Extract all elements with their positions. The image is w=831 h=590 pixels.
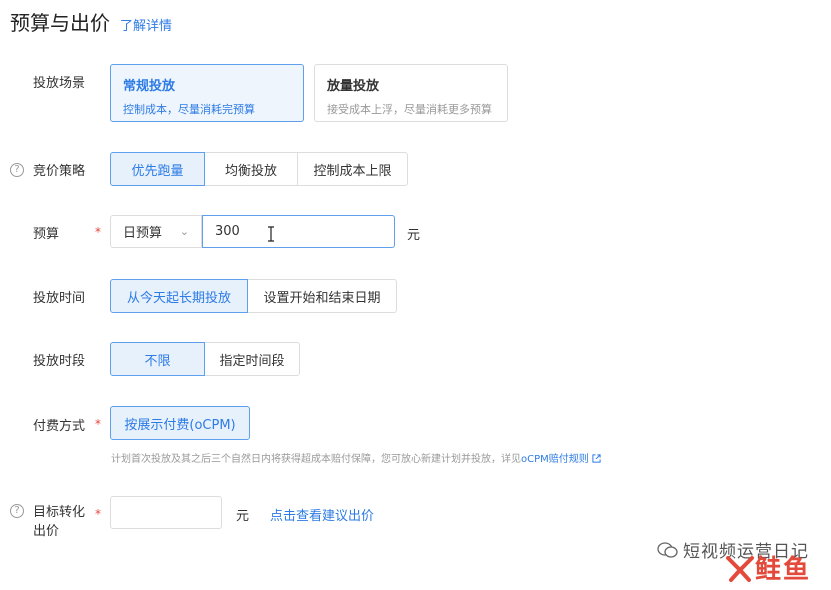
budget-type-select[interactable]: 日预算 ⌄ xyxy=(110,215,202,248)
bid-strategy-label: 竞价策略 xyxy=(33,164,86,179)
target-row-label: ? 目标转化 出价 xyxy=(10,503,85,541)
bid-strategy-row-label: ? 竞价策略 xyxy=(10,160,85,179)
schedule-option-date-range[interactable]: 设置开始和结束日期 xyxy=(247,279,397,313)
suggest-bid-link[interactable]: 点击查看建议出价 xyxy=(270,505,374,524)
help-icon[interactable]: ? xyxy=(10,162,24,177)
payment-hint-text: 计划首次投放及其之后三个自然日内将获得超成本赔付保障，您可放心新建计划并投放，详… xyxy=(111,454,521,465)
budget-label: 预算 xyxy=(33,227,60,242)
logo-mark-icon xyxy=(725,556,754,582)
target-bid-input[interactable] xyxy=(110,496,222,529)
required-mark: * xyxy=(95,225,101,239)
scene-card-title: 常规投放 xyxy=(123,79,176,94)
payment-option-ocpm[interactable]: 按展示付费(oCPM) xyxy=(110,406,250,440)
period-option-specific[interactable]: 指定时间段 xyxy=(204,342,300,376)
schedule-option-long-term[interactable]: 从今天起长期投放 xyxy=(110,279,248,313)
required-mark: * xyxy=(95,507,101,521)
payment-hint: 计划首次投放及其之后三个自然日内将获得超成本赔付保障，您可放心新建计划并投放，详… xyxy=(111,450,601,465)
scene-card-volume[interactable]: 放量投放 接受成本上浮，尽量消耗更多预算 xyxy=(314,64,508,122)
schedule-time-segment: 从今天起长期投放 设置开始和结束日期 xyxy=(110,279,397,313)
scene-card-title: 放量投放 xyxy=(327,79,380,94)
required-mark: * xyxy=(95,417,101,431)
schedule-period-segment: 不限 指定时间段 xyxy=(110,342,300,376)
section-header: 预算与出价 了解详情 xyxy=(10,7,172,35)
watermark-logo: 鲑鱼 xyxy=(725,549,811,586)
budget-amount-input[interactable] xyxy=(202,215,395,248)
budget-type-value: 日预算 xyxy=(123,226,163,241)
chevron-down-icon: ⌄ xyxy=(179,225,189,238)
target-label-line1: 目标转化 xyxy=(33,505,86,520)
bid-option-cost-cap[interactable]: 控制成本上限 xyxy=(297,152,408,186)
text-cursor-icon xyxy=(268,226,274,242)
details-link[interactable]: 了解详情 xyxy=(120,15,172,34)
ocpm-rules-link[interactable]: oCPM赔付规则 xyxy=(521,454,589,465)
budget-unit: 元 xyxy=(407,228,421,243)
scene-card-regular[interactable]: 常规投放 控制成本，尽量消耗完预算 xyxy=(110,64,304,122)
schedule-period-label: 投放时段 xyxy=(33,354,86,369)
external-link-icon xyxy=(592,454,601,463)
bid-option-balanced[interactable]: 均衡投放 xyxy=(204,152,298,186)
schedule-time-label: 投放时间 xyxy=(33,291,86,306)
page-title: 预算与出价 xyxy=(10,11,110,35)
target-label: 目标转化 出价 xyxy=(33,503,85,541)
payment-segment: 按展示付费(oCPM) xyxy=(110,406,250,440)
wechat-icon xyxy=(657,541,678,558)
period-option-unlimited[interactable]: 不限 xyxy=(110,342,205,376)
payment-label: 付费方式 xyxy=(33,419,86,434)
scene-card-desc: 接受成本上浮，尽量消耗更多预算 xyxy=(327,103,492,116)
bid-strategy-segment: 优先跑量 均衡投放 控制成本上限 xyxy=(110,152,408,186)
target-label-line2: 出价 xyxy=(33,524,60,539)
bid-option-volume[interactable]: 优先跑量 xyxy=(110,152,205,186)
watermark-logo-text: 鲑鱼 xyxy=(754,555,811,585)
scene-card-desc: 控制成本，尽量消耗完预算 xyxy=(123,103,255,116)
target-unit: 元 xyxy=(236,509,250,524)
help-icon[interactable]: ? xyxy=(10,504,24,518)
scene-label: 投放场景 xyxy=(33,76,86,91)
